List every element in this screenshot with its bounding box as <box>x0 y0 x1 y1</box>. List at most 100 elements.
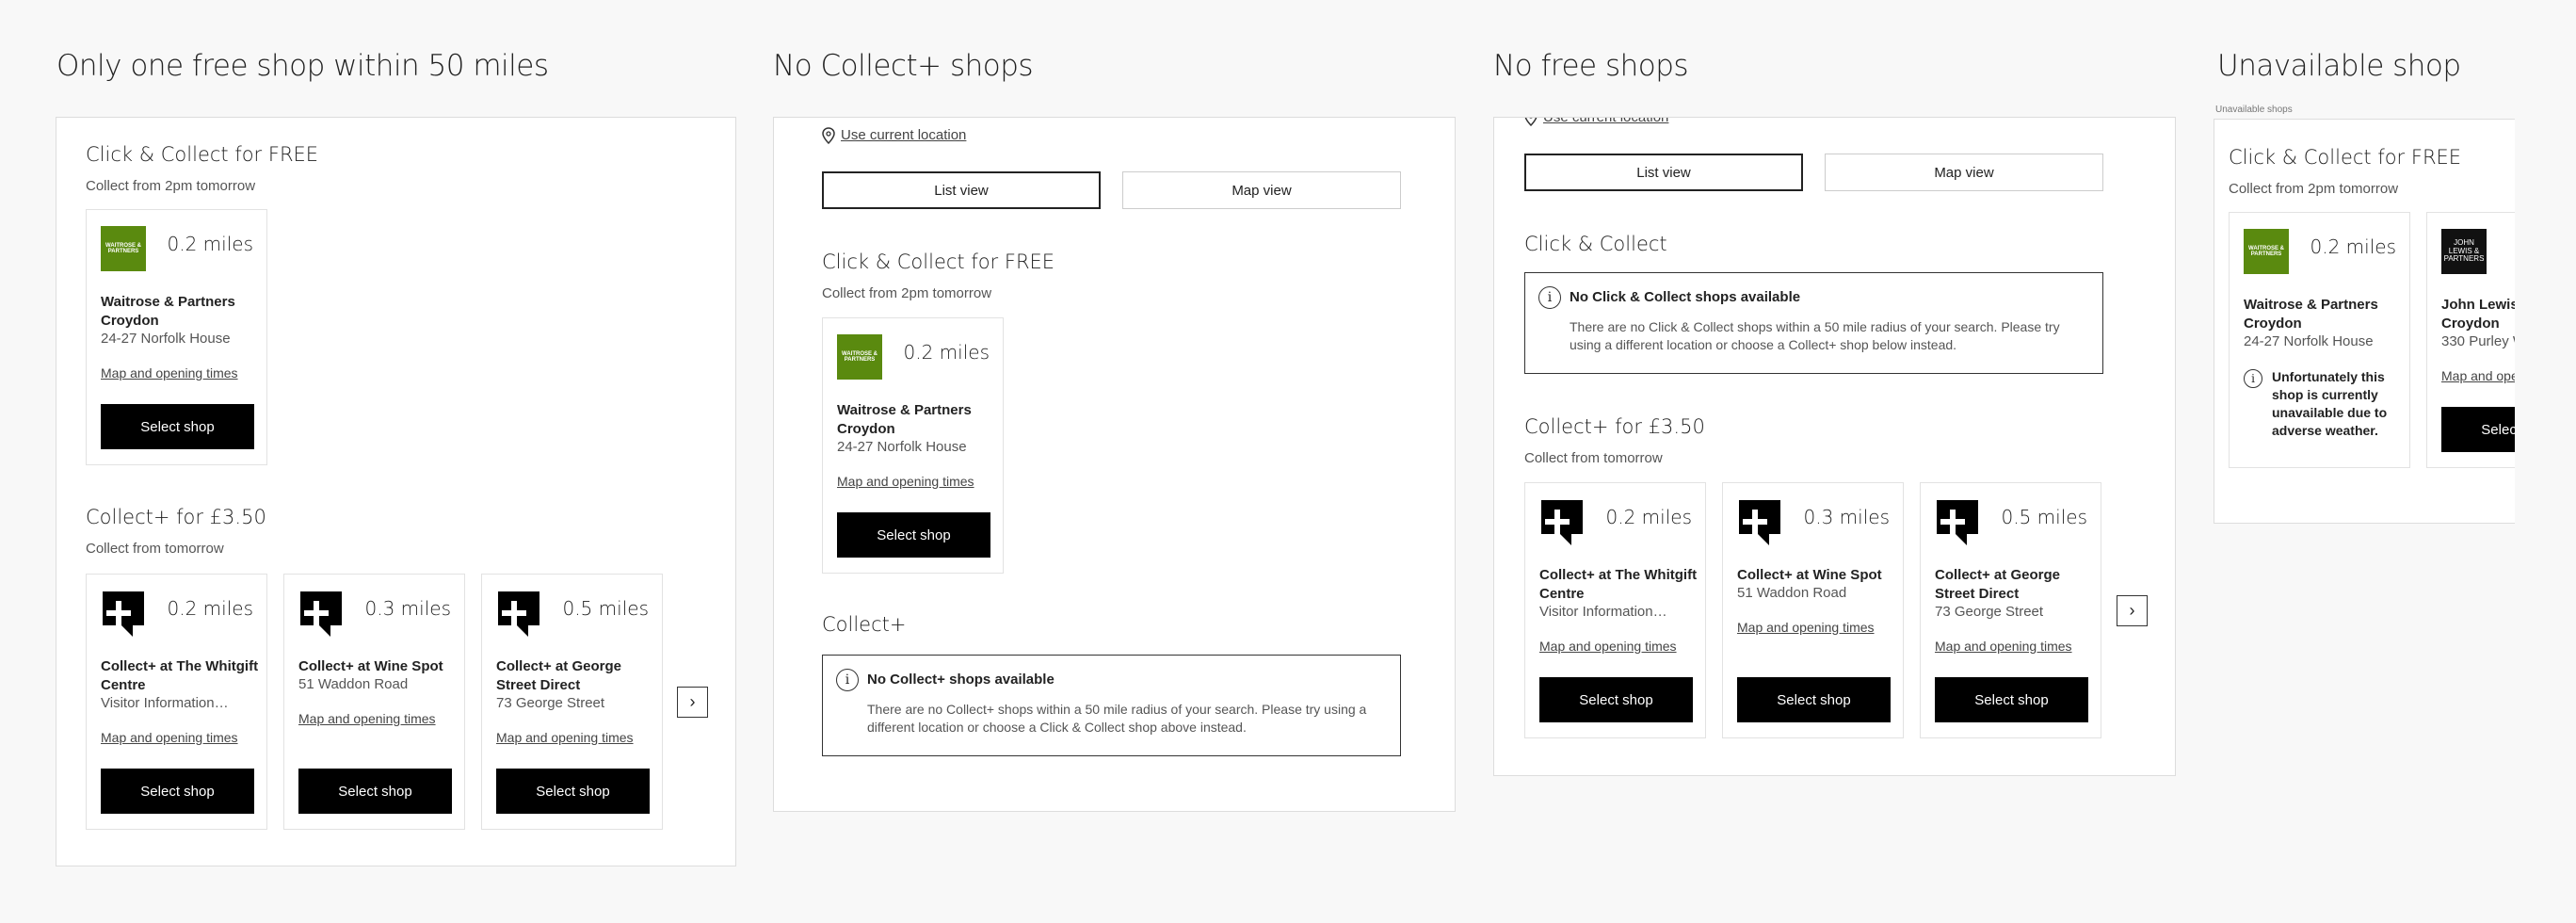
panel-one-free-shop: Click & Collect for FREE Collect from 2p… <box>56 117 736 866</box>
panel-unavailable-shop: Click & Collect for FREE Collect from 2p… <box>2214 119 2515 524</box>
shop-name: John Lewis & Partners Croydon <box>2441 297 2515 332</box>
section-title: No free shops <box>1493 49 1689 83</box>
shop-address: 24-27 Norfolk House <box>101 331 231 347</box>
map-opening-times-link[interactable]: Map and opening times <box>101 730 238 745</box>
shop-address: 73 George Street <box>496 695 605 711</box>
section-unavailable-shop: Unavailable shop <box>2217 49 2461 83</box>
shop-card-waitrose: WAITROSE & PARTNERS 0.2 miles Waitrose &… <box>86 209 267 465</box>
distance: 0.3 miles <box>1803 506 1890 528</box>
info-title: No Collect+ shops available <box>867 672 1055 688</box>
collect-plus-logo <box>1739 500 1780 545</box>
shop-name: Collect+ at The Whitgift Centre <box>1539 567 1698 602</box>
collect-plus-logo <box>1937 500 1978 545</box>
waitrose-logo: WAITROSE & PARTNERS <box>837 334 882 380</box>
shop-name: Waitrose & Partners Croydon <box>837 402 972 437</box>
info-text: There are no Click & Collect shops withi… <box>1570 319 2060 352</box>
list-view-button[interactable]: List view <box>1524 154 1803 191</box>
collectplus-group-title: Collect+ <box>822 613 907 636</box>
collect-plus-logo <box>1541 500 1583 545</box>
waitrose-logo: WAITROSE & PARTNERS <box>101 226 146 271</box>
waitrose-logo: WAITROSE & PARTNERS <box>2244 229 2289 274</box>
select-shop-button[interactable]: Select shop <box>101 769 254 814</box>
shop-address: Visitor Information… <box>1539 604 1667 620</box>
map-opening-times-link[interactable]: Map and opening times <box>1737 620 1875 635</box>
shop-card-winespot: 0.3 miles Collect+ at Wine Spot 51 Waddo… <box>283 574 465 830</box>
use-current-location-link[interactable]: Use current location <box>841 127 966 143</box>
distance: 0.5 miles <box>562 597 649 620</box>
info-text: There are no Collect+ shops within a 50 … <box>867 702 1367 735</box>
map-opening-times-link[interactable]: Map and opening times <box>837 474 974 489</box>
select-shop-button[interactable]: Select shop <box>496 769 650 814</box>
map-opening-times-link[interactable]: Map and opening times <box>1539 639 1677 654</box>
list-view-button[interactable]: List view <box>822 171 1101 209</box>
map-opening-times-link[interactable]: Map and opening times <box>1935 639 2072 654</box>
shop-address: 330 Purley Way <box>2441 333 2515 349</box>
section-no-collect-plus: No Collect+ shops <box>773 49 1034 83</box>
unavailable-shops-label: Unavailable shops <box>2215 105 2293 115</box>
section-one-free-shop: Only one free shop within 50 miles <box>56 49 549 83</box>
chevron-right-icon[interactable]: › <box>677 687 708 718</box>
map-opening-times-link[interactable]: Map and opening times <box>2441 368 2515 383</box>
shop-address: 24-27 Norfolk House <box>837 439 967 455</box>
free-group-subtitle: Collect from 2pm tomorrow <box>822 285 992 301</box>
select-shop-button[interactable]: Select shop <box>837 512 990 558</box>
distance: 0.2 miles <box>167 233 253 255</box>
map-opening-times-link[interactable]: Map and opening times <box>101 365 238 381</box>
select-shop-button[interactable]: Select shop <box>2441 407 2515 452</box>
map-view-button[interactable]: Map view <box>1825 154 2103 191</box>
map-opening-times-link[interactable]: Map and opening times <box>298 711 436 726</box>
distance: 0.2 miles <box>2310 235 2396 258</box>
shop-address: Visitor Information… <box>101 695 229 711</box>
shop-address: 24-27 Norfolk House <box>2244 333 2374 349</box>
shop-name: Collect+ at The Whitgift Centre <box>101 658 259 693</box>
unavailable-notice: i Unfortunately this shop is currently u… <box>2244 368 2399 440</box>
info-icon: i <box>1538 286 1561 309</box>
section-title: Only one free shop within 50 miles <box>56 49 549 83</box>
free-group-title: Click & Collect for FREE <box>2229 146 2462 169</box>
info-title: No Click & Collect shops available <box>1570 289 1801 305</box>
map-view-button[interactable]: Map view <box>1122 171 1401 209</box>
free-group-title: Click & Collect for FREE <box>822 251 1055 273</box>
shop-name: Waitrose & Partners Croydon <box>101 294 235 329</box>
shop-card-johnlewis: JOHN LEWIS & PARTNERS John Lewis & Partn… <box>2426 212 2515 468</box>
distance: 0.3 miles <box>364 597 451 620</box>
info-icon: i <box>836 669 859 691</box>
info-box-no-collectplus: i No Collect+ shops available There are … <box>822 655 1401 756</box>
free-group-subtitle: Collect from 2pm tomorrow <box>2229 181 2399 197</box>
section-title: Unavailable shop <box>2217 49 2461 83</box>
john-lewis-logo: JOHN LEWIS & PARTNERS <box>2441 229 2487 274</box>
shop-name: Collect+ at Wine Spot <box>298 658 443 674</box>
unavailable-text: Unfortunately this shop is currently una… <box>2272 369 2388 438</box>
paid-group-subtitle: Collect from tomorrow <box>1524 450 1663 466</box>
map-opening-times-link[interactable]: Map and opening times <box>496 730 634 745</box>
collect-plus-logo <box>103 591 144 637</box>
shop-card-george: 0.5 miles Collect+ at George Street Dire… <box>1920 482 2101 738</box>
shop-card-waitrose: WAITROSE & PARTNERS 0.2 miles Waitrose &… <box>822 317 1004 574</box>
use-current-location-link[interactable]: Use current location <box>1543 118 1668 125</box>
shop-card-waitrose-unavailable: WAITROSE & PARTNERS 0.2 miles Waitrose &… <box>2229 212 2410 468</box>
paid-group-subtitle: Collect from tomorrow <box>86 541 224 557</box>
collect-plus-logo <box>498 591 539 637</box>
select-shop-button[interactable]: Select shop <box>101 404 254 449</box>
chevron-right-icon[interactable]: › <box>2117 595 2148 626</box>
info-box-no-cc: i No Click & Collect shops available The… <box>1524 272 2103 374</box>
shop-address: 73 George Street <box>1935 604 2044 620</box>
paid-group-title: Collect+ for £3.50 <box>86 506 266 528</box>
select-shop-button[interactable]: Select shop <box>1737 677 1891 722</box>
select-shop-button[interactable]: Select shop <box>298 769 452 814</box>
section-no-free-shops: No free shops <box>1493 49 1689 83</box>
free-group-subtitle: Collect from 2pm tomorrow <box>86 178 256 194</box>
distance: 0.5 miles <box>2001 506 2087 528</box>
shop-name: Collect+ at Wine Spot <box>1737 567 1882 583</box>
distance: 0.2 miles <box>167 597 253 620</box>
select-shop-button[interactable]: Select shop <box>1935 677 2088 722</box>
panel-no-free-shops: Use current location List view Map view … <box>1493 117 2176 776</box>
location-pin-icon <box>822 127 835 144</box>
free-group-title: Click & Collect for FREE <box>86 143 319 166</box>
shop-name: Collect+ at George Street Direct <box>1935 567 2060 602</box>
cc-group-title: Click & Collect <box>1524 233 1667 255</box>
select-shop-button[interactable]: Select shop <box>1539 677 1693 722</box>
distance: 0.2 miles <box>903 341 990 364</box>
distance: 0.2 miles <box>1605 506 1692 528</box>
paid-group-title: Collect+ for £3.50 <box>1524 415 1705 438</box>
